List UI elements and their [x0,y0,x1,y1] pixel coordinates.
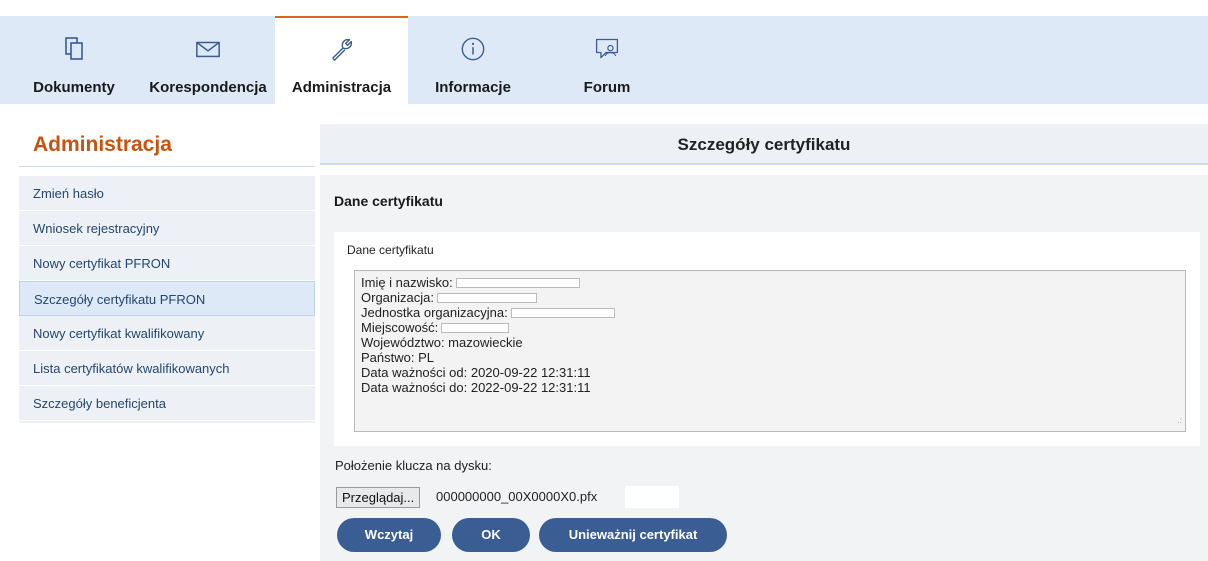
page-title: Szczegóły certyfikatu [320,124,1208,165]
cert-city-row: Miejscowość: [361,320,1179,335]
redacted-value [455,277,580,288]
info-icon [460,36,486,62]
cert-org-row: Organizacja: [361,290,1179,305]
sidebar-item-change-password[interactable]: Zmień hasło [19,176,315,211]
tab-administracja[interactable]: Administracja [275,16,408,104]
cert-org-label: Organizacja: [361,290,434,305]
top-navigation: Dokumenty Korespondencja Administracja I… [0,16,1208,104]
section-title: Dane certyfikatu [334,193,443,209]
sidebar-item-registration-request[interactable]: Wniosek rejestracyjny [19,211,315,246]
tab-label: Informacje [435,79,511,96]
redacted-value [441,322,510,333]
tab-korespondencja[interactable]: Korespondencja [143,16,273,104]
ok-button[interactable]: OK [452,518,530,552]
selected-file-name: 000000000_00X0000X0.pfx [436,489,598,504]
load-button[interactable]: Wczytaj [337,518,441,552]
wrench-icon [329,36,355,62]
sidebar-divider [19,166,315,167]
key-location-label: Położenie klucza na dysku: [335,458,492,473]
cert-name-row: Imię i nazwisko: [361,275,1179,290]
tab-informacje[interactable]: Informacje [420,16,526,104]
certificate-data-label: Dane certyfikatu [347,243,434,257]
tab-label: Korespondencja [149,79,267,96]
cert-voivodeship-row: Województwo: mazowieckie [361,335,523,350]
cert-city-label: Miejscowość: [361,320,439,335]
cert-valid-to-row: Data ważności do: 2022-09-22 12:31:11 [361,380,591,395]
sidebar-item-beneficiary-details[interactable]: Szczegóły beneficjenta [19,386,315,421]
sidebar-title: Administracja [33,133,172,156]
revoke-certificate-button[interactable]: Unieważnij certyfikat [539,518,727,552]
sidebar-item-new-pfron-certificate[interactable]: Nowy certyfikat PFRON [19,246,315,281]
cert-name-label: Imię i nazwisko: [361,275,453,290]
tab-label: Dokumenty [33,79,115,96]
envelope-icon [195,36,221,62]
tab-dokumenty[interactable]: Dokumenty [24,16,124,104]
documents-icon [61,36,87,62]
certificate-data-box: Dane certyfikatu Imię i nazwisko: Organi… [334,232,1200,446]
sidebar-item-pfron-certificate-details[interactable]: Szczegóły certyfikatu PFRON [19,281,315,316]
tab-forum[interactable]: Forum [560,16,654,104]
tab-label: Forum [583,79,631,96]
cert-unit-row: Jednostka organizacyjna: [361,305,1179,320]
cert-valid-from-row: Data ważności od: 2020-09-22 12:31:11 [361,365,591,380]
file-input-area [625,486,679,508]
cert-unit-label: Jednostka organizacyjna: [361,305,508,320]
certificate-panel: Dane certyfikatu Dane certyfikatu Imię i… [320,175,1208,561]
redacted-value [510,307,615,318]
forum-icon [594,36,620,62]
redacted-value [436,292,537,303]
cert-country-row: Państwo: PL [361,350,434,365]
certificate-data-textarea[interactable]: Imię i nazwisko: Organizacja: Jednostka … [354,270,1186,432]
resize-handle-icon[interactable]: .: [1178,413,1182,428]
sidebar-item-new-qualified-certificate[interactable]: Nowy certyfikat kwalifikowany [19,316,315,351]
tab-label: Administracja [291,79,392,96]
sidebar-item-qualified-certificates-list[interactable]: Lista certyfikatów kwalifikowanych [19,351,315,386]
sidebar-menu: Zmień hasło Wniosek rejestracyjny Nowy c… [19,176,315,423]
browse-button[interactable]: Przeglądaj... [336,487,421,508]
